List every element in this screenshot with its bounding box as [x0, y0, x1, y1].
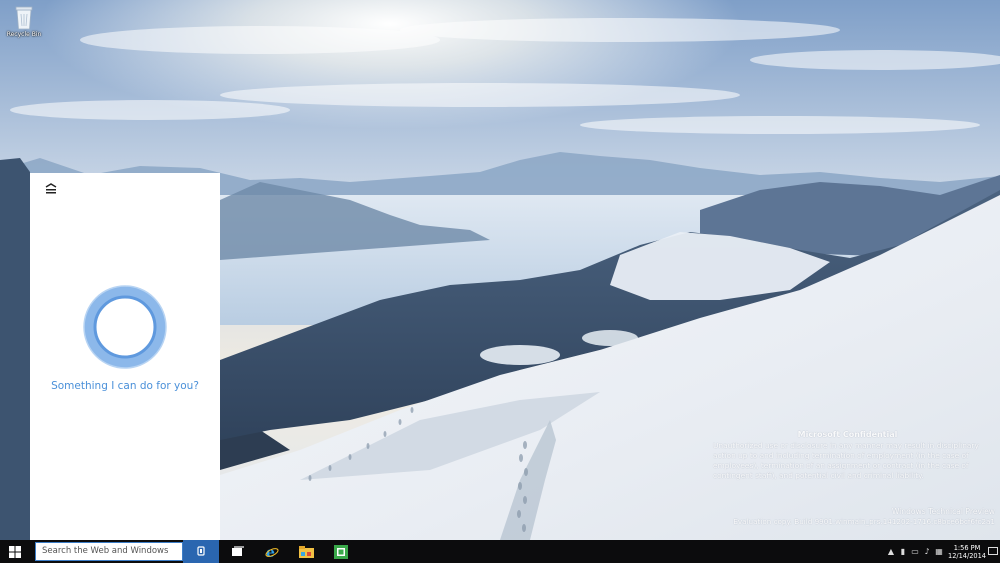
keyboard-icon[interactable]: ▦ [933, 540, 945, 563]
cortana-ring-icon[interactable] [83, 285, 167, 369]
volume-icon[interactable]: ♪ [921, 540, 933, 563]
windows-logo-icon [9, 545, 21, 558]
confidential-watermark: Microsoft Confidential Unauthorized use … [700, 430, 995, 527]
cortana-mic-button[interactable] [183, 540, 219, 563]
store-button[interactable] [330, 540, 352, 563]
search-input[interactable]: Search the Web and Windows [35, 542, 183, 561]
action-center-icon [988, 547, 998, 555]
file-explorer-icon [298, 545, 314, 558]
clock-date: 12/14/2014 [948, 551, 987, 560]
store-icon [334, 544, 348, 559]
task-view-icon [232, 546, 244, 556]
taskbar-clock[interactable]: 1:56 PM 12/14/2014 [948, 544, 986, 560]
system-tray: ▲ ▮ ▭ ♪ ▦ 1:56 PM 12/14/2014 [885, 540, 1000, 563]
recycle-bin-icon [15, 6, 33, 30]
watermark-build: Windows Technical Preview [891, 507, 995, 516]
internet-explorer-icon: e [265, 545, 279, 559]
task-view-button[interactable] [228, 540, 248, 563]
start-button[interactable] [0, 540, 30, 563]
watermark-evaluation: Evaluation copy. Build 9901.winmain_prs.… [733, 517, 995, 526]
watermark-body: Unauthorized use or disclosure in any ma… [713, 441, 979, 480]
microphone-icon [197, 545, 205, 556]
taskbar: Search the Web and Windows e ▲ ▮ ▭ ♪ ▦ 1… [0, 540, 1000, 563]
recycle-bin[interactable]: Recycle Bin [4, 4, 44, 38]
action-center-button[interactable] [986, 540, 1000, 563]
network-icon[interactable]: ▮ [897, 540, 909, 563]
battery-icon[interactable]: ▭ [909, 540, 921, 563]
cortana-prompt: Something I can do for you? [51, 380, 199, 392]
recycle-bin-label: Recycle Bin [6, 31, 42, 38]
file-explorer-button[interactable] [295, 540, 317, 563]
watermark-title: Microsoft Confidential [797, 430, 898, 439]
internet-explorer-button[interactable]: e [262, 540, 282, 563]
hamburger-menu-icon[interactable] [44, 183, 58, 195]
cortana-panel: Something I can do for you? [30, 173, 220, 540]
chevron-up-icon[interactable]: ▲ [885, 540, 897, 563]
clock-time: 1:56 PM [953, 543, 981, 552]
